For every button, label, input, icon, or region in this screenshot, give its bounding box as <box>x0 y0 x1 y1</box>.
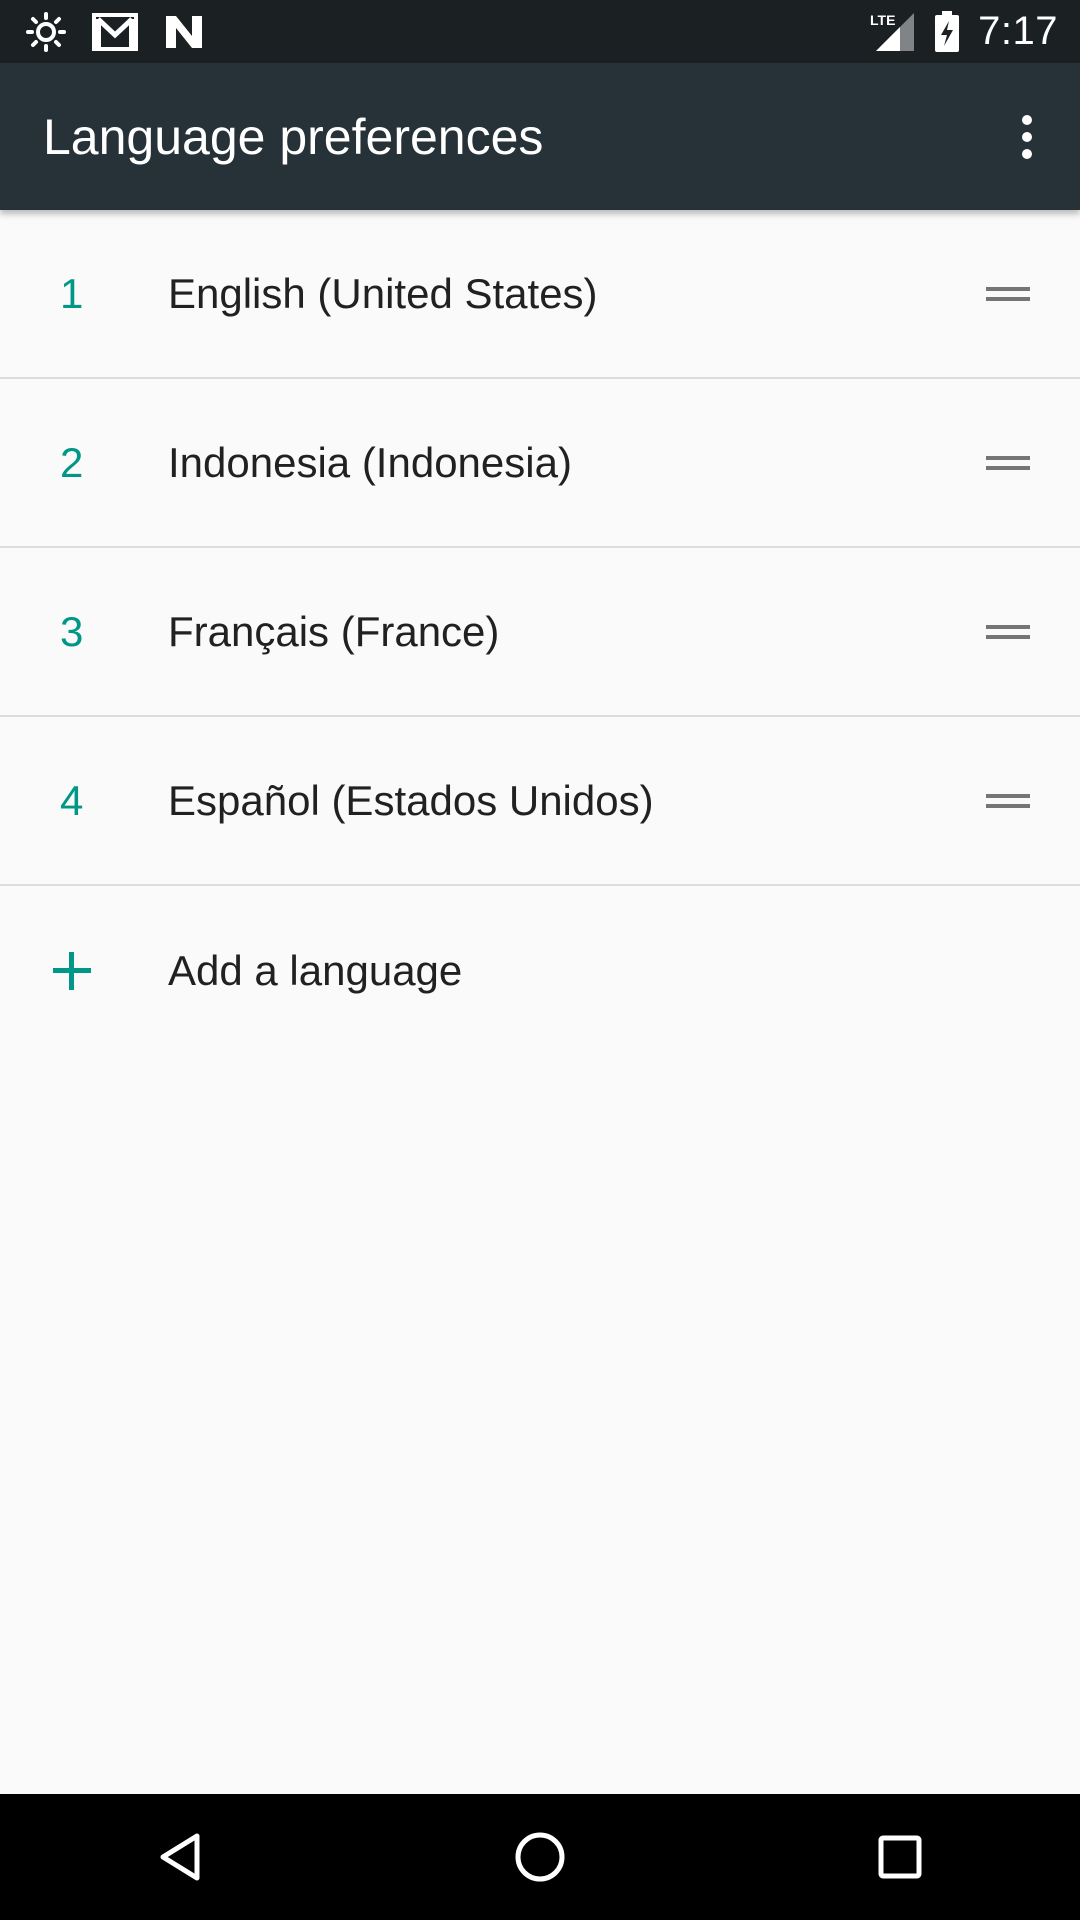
status-time: 7:17 <box>978 9 1058 53</box>
plus-icon <box>0 951 145 991</box>
n-icon <box>164 14 204 50</box>
drag-handle-icon[interactable] <box>978 602 1038 662</box>
language-index: 3 <box>60 607 84 655</box>
add-language-label: Add a language <box>168 947 463 994</box>
language-index: 4 <box>60 776 84 824</box>
gmail-icon <box>92 12 138 51</box>
brightness-icon <box>26 11 66 52</box>
language-label: English (United States) <box>168 269 598 317</box>
back-icon[interactable] <box>110 1794 250 1920</box>
language-index: 1 <box>60 269 84 317</box>
lte-signal-icon: LTE <box>870 11 916 53</box>
home-icon[interactable] <box>470 1794 610 1920</box>
language-list: 1 English (United States) 2 Indonesia (I… <box>0 210 1080 1056</box>
battery-charging-icon <box>934 10 960 53</box>
drag-handle-icon[interactable] <box>978 433 1038 493</box>
app-bar: Language preferences <box>0 63 1080 210</box>
language-item[interactable]: 1 English (United States) <box>0 210 1080 379</box>
drag-handle-icon[interactable] <box>978 771 1038 831</box>
language-label: Indonesia (Indonesia) <box>168 438 572 486</box>
language-item[interactable]: 4 Español (Estados Unidos) <box>0 717 1080 886</box>
navigation-bar <box>0 1794 1080 1920</box>
drag-handle-icon[interactable] <box>978 264 1038 324</box>
add-language-button[interactable]: Add a language <box>0 886 1080 1056</box>
language-label: Español (Estados Unidos) <box>168 776 654 824</box>
status-bar: LTE 7:17 <box>0 0 1080 63</box>
recents-icon[interactable] <box>830 1794 970 1920</box>
network-label: LTE <box>870 12 895 28</box>
page-title: Language preferences <box>43 108 544 165</box>
language-label: Français (France) <box>168 607 500 655</box>
more-vert-icon[interactable] <box>977 87 1077 187</box>
language-item[interactable]: 3 Français (France) <box>0 548 1080 717</box>
language-index: 2 <box>60 438 84 486</box>
language-item[interactable]: 2 Indonesia (Indonesia) <box>0 379 1080 548</box>
